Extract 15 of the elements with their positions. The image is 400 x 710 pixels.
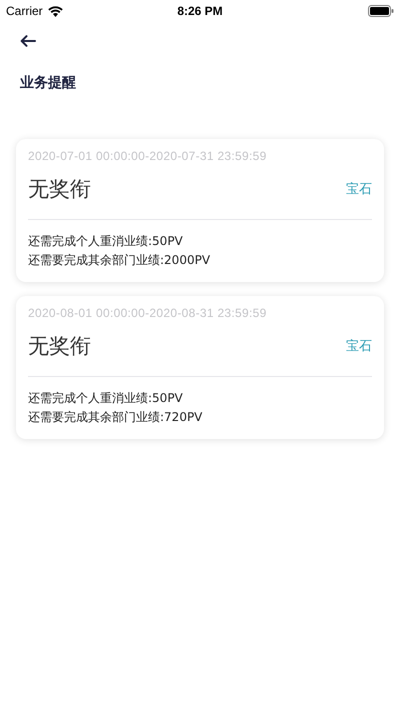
status-time: 8:26 PM bbox=[177, 4, 223, 18]
requirement-text: 还需要完成其余部门业绩:2000PV bbox=[28, 252, 212, 269]
page-title: 业务提醒 bbox=[20, 74, 77, 93]
rank-title: 无奖衔 bbox=[28, 333, 91, 360]
period-text: 2020-07-01 00:00:00-2020-07-31 23:59:59 bbox=[28, 149, 268, 163]
level-tag: 宝石 bbox=[346, 180, 372, 198]
requirement-text: 还需要完成其余部门业绩:720PV bbox=[28, 409, 204, 426]
rank-title: 无奖衔 bbox=[28, 176, 91, 203]
period-text: 2020-08-01 00:00:00-2020-08-31 23:59:59 bbox=[28, 306, 268, 320]
wifi-icon bbox=[48, 6, 63, 16]
requirement-text: 还需完成个人重消业绩:50PV bbox=[28, 233, 184, 250]
battery-icon bbox=[368, 5, 394, 17]
carrier-name: Carrier bbox=[6, 4, 43, 18]
requirement-text: 还需完成个人重消业绩:50PV bbox=[28, 390, 184, 407]
level-tag: 宝石 bbox=[346, 337, 372, 355]
